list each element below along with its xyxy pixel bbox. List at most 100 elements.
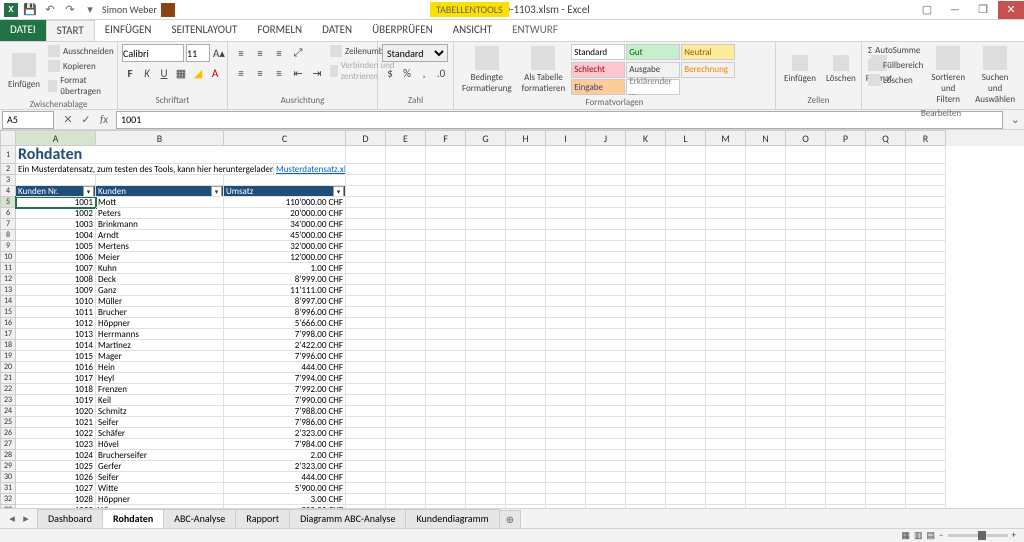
cell[interactable]	[426, 461, 466, 472]
cell[interactable]	[426, 274, 466, 285]
cell[interactable]	[626, 461, 666, 472]
cell[interactable]	[626, 197, 666, 208]
cell[interactable]	[826, 230, 866, 241]
cell[interactable]	[826, 417, 866, 428]
cell[interactable]	[506, 230, 546, 241]
cell[interactable]	[706, 428, 746, 439]
cell[interactable]: 1011	[16, 307, 96, 318]
cell[interactable]	[746, 373, 786, 384]
cell[interactable]	[666, 450, 706, 461]
cell[interactable]: 1003	[16, 219, 96, 230]
cell[interactable]	[426, 362, 466, 373]
cell[interactable]	[386, 263, 426, 274]
cell[interactable]	[426, 340, 466, 351]
cell[interactable]	[506, 340, 546, 351]
cell[interactable]: 1028	[16, 494, 96, 505]
cell[interactable]	[506, 146, 546, 164]
name-box[interactable]	[2, 111, 54, 129]
cell[interactable]	[386, 483, 426, 494]
cell[interactable]	[546, 362, 586, 373]
cell[interactable]	[746, 208, 786, 219]
cell[interactable]	[546, 417, 586, 428]
qat-dropdown-icon[interactable]: ▾	[82, 2, 98, 18]
cell[interactable]	[906, 428, 946, 439]
format-painter-button[interactable]: Format übertragen	[46, 74, 116, 98]
cell[interactable]	[506, 197, 546, 208]
cell[interactable]	[786, 186, 826, 197]
cell[interactable]	[786, 285, 826, 296]
cell[interactable]	[746, 494, 786, 505]
cell[interactable]	[346, 175, 386, 186]
view-normal-icon[interactable]: ▦	[901, 530, 910, 541]
cell[interactable]: 7'988.00 CHF	[224, 406, 346, 417]
row-header[interactable]: 6	[0, 208, 16, 219]
cell[interactable]	[466, 373, 506, 384]
copy-button[interactable]: Kopieren	[46, 59, 116, 73]
cell[interactable]	[586, 417, 626, 428]
cell[interactable]	[466, 164, 506, 175]
cell[interactable]	[386, 307, 426, 318]
cell[interactable]	[866, 406, 906, 417]
cell[interactable]: Höppner	[96, 494, 224, 505]
cell[interactable]	[586, 219, 626, 230]
cell[interactable]	[346, 417, 386, 428]
cell[interactable]	[506, 373, 546, 384]
cell[interactable]	[866, 208, 906, 219]
cell[interactable]	[466, 428, 506, 439]
cell[interactable]	[506, 241, 546, 252]
cell[interactable]	[866, 219, 906, 230]
sheet-nav[interactable]: ◂▸	[0, 512, 38, 525]
cell[interactable]	[386, 197, 426, 208]
cell[interactable]	[426, 146, 466, 164]
cell[interactable]	[546, 263, 586, 274]
cell[interactable]	[506, 175, 546, 186]
cell[interactable]	[826, 285, 866, 296]
autosum-button[interactable]: ΣAutoSumme	[866, 44, 925, 57]
cell[interactable]	[666, 219, 706, 230]
cell[interactable]	[666, 208, 706, 219]
col-header[interactable]: A	[16, 130, 96, 146]
cell[interactable]: 7'992.00 CHF	[224, 384, 346, 395]
cell[interactable]	[466, 384, 506, 395]
cell[interactable]	[786, 274, 826, 285]
cell[interactable]	[666, 329, 706, 340]
cell[interactable]	[346, 318, 386, 329]
cell[interactable]: 2'422.00 CHF	[224, 340, 346, 351]
col-header[interactable]: J	[586, 130, 626, 146]
cell[interactable]	[506, 219, 546, 230]
cell[interactable]	[506, 472, 546, 483]
cell[interactable]	[706, 219, 746, 230]
cell[interactable]	[626, 219, 666, 230]
cell[interactable]: 444.00 CHF	[224, 362, 346, 373]
row-header[interactable]: 18	[0, 340, 16, 351]
col-header[interactable]: G	[466, 130, 506, 146]
cell[interactable]	[866, 428, 906, 439]
cell[interactable]	[426, 417, 466, 428]
cell[interactable]	[746, 230, 786, 241]
cell[interactable]	[466, 340, 506, 351]
cell[interactable]	[546, 428, 586, 439]
cell[interactable]	[546, 340, 586, 351]
cell[interactable]	[506, 395, 546, 406]
cell[interactable]	[466, 263, 506, 274]
cell[interactable]	[666, 146, 706, 164]
cell[interactable]	[586, 351, 626, 362]
cell[interactable]	[346, 483, 386, 494]
currency-icon[interactable]: $	[382, 64, 398, 82]
cell[interactable]	[426, 384, 466, 395]
tab-daten[interactable]: DATEN	[312, 20, 362, 41]
style-cell[interactable]: Ausgabe	[626, 62, 680, 78]
cell[interactable]	[426, 164, 466, 175]
cell[interactable]	[466, 395, 506, 406]
cell[interactable]: Müller	[96, 296, 224, 307]
cell[interactable]	[386, 252, 426, 263]
cell[interactable]	[506, 461, 546, 472]
cell[interactable]: 1009	[16, 285, 96, 296]
select-all-corner[interactable]	[0, 130, 16, 146]
cell[interactable]	[626, 329, 666, 340]
cell[interactable]	[866, 307, 906, 318]
col-header[interactable]: E	[386, 130, 426, 146]
cell[interactable]	[706, 208, 746, 219]
tab-file[interactable]: DATEI	[0, 20, 46, 41]
table-header[interactable]: Kunden Nr.▾	[16, 186, 96, 197]
